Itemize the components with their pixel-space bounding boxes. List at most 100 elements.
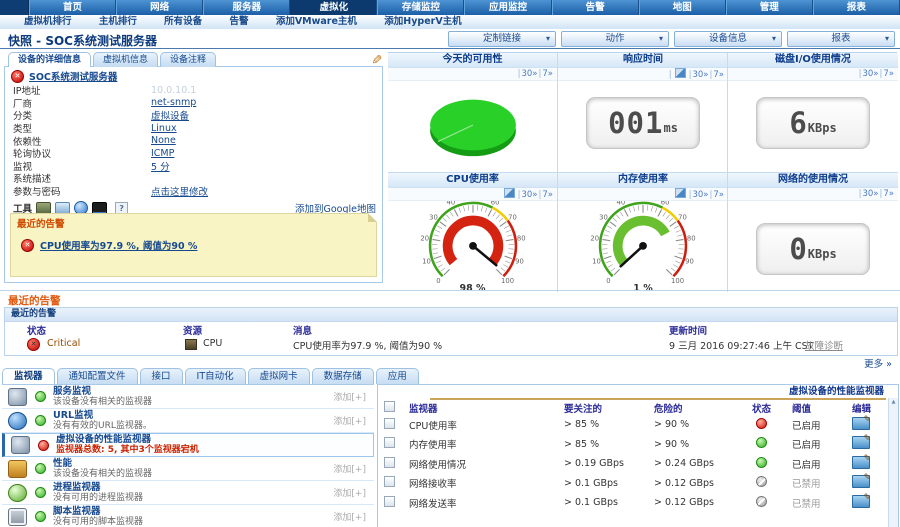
subnav-add-hyperv[interactable]: 添加HyperV主机 xyxy=(384,16,461,27)
edit-pencil-icon[interactable]: ✎ xyxy=(368,54,383,65)
field-label: 参数与密码 xyxy=(13,184,151,198)
select-all-checkbox[interactable] xyxy=(384,401,395,412)
troubleshoot-link[interactable]: 故障诊断 xyxy=(805,338,843,352)
report-chart-icon[interactable] xyxy=(675,188,686,198)
tab-device-notes[interactable]: 设备注释 xyxy=(160,52,216,67)
monitor-name: 网络接收率 xyxy=(409,476,564,490)
subnav-host-rank[interactable]: 主机排行 xyxy=(99,16,137,27)
nav-alarms[interactable]: 告警 xyxy=(552,0,639,15)
subnav-vm-rank[interactable]: 虚拟机排行 xyxy=(24,16,72,27)
subnav-add-vmware[interactable]: 添加VMware主机 xyxy=(276,16,357,27)
threshold-state: 已启用 xyxy=(792,457,852,471)
tab-monitors[interactable]: 监视器 xyxy=(2,368,55,384)
actions-dropdown[interactable]: 动作 xyxy=(561,31,669,47)
recent-alarms-section-title: 最近的告警 xyxy=(8,293,61,308)
nav-network[interactable]: 网络 xyxy=(116,0,203,15)
widget-title: 磁盘I/O使用情况 xyxy=(728,53,898,68)
password-edit-link[interactable]: 点击这里修改 xyxy=(151,184,208,198)
report-chart-icon[interactable] xyxy=(675,68,686,78)
alarm-row[interactable]: Critical CPU CPU使用率为97.9 %, 阈值为90 % 9 三月… xyxy=(5,337,897,352)
tab-it-automation[interactable]: IT自动化 xyxy=(185,368,246,384)
list-item-performance[interactable]: 性能该设备没有相关的监视器 添加[+] xyxy=(2,457,374,481)
cpu-usage-widget: CPU使用率 |30»|7» 0102030405060708090100 98… xyxy=(388,172,557,292)
report-7day-link[interactable]: 7» xyxy=(883,189,894,199)
nav-server[interactable]: 服务器 xyxy=(203,0,290,15)
list-item-script-monitor[interactable]: 脚本监视器没有可用的脚本监视器 添加[+] xyxy=(2,505,374,527)
danger-threshold: > 90 % xyxy=(654,439,731,450)
row-checkbox[interactable] xyxy=(384,418,395,429)
add-monitor-link[interactable]: 添加[+] xyxy=(333,510,366,523)
ip-address-value: 10.0.10.1 xyxy=(151,85,196,96)
report-7day-link[interactable]: 7» xyxy=(542,69,553,79)
vendor-link[interactable]: net-snmp xyxy=(151,97,196,108)
edit-icon[interactable] xyxy=(852,495,870,508)
edit-icon[interactable] xyxy=(852,456,870,469)
critical-status-icon xyxy=(27,338,40,351)
nav-admin[interactable]: 管理 xyxy=(726,0,813,15)
list-item-process-monitor[interactable]: 进程监视器没有可用的进程监视器 添加[+] xyxy=(2,481,374,505)
add-monitor-link[interactable]: 添加[+] xyxy=(333,390,366,403)
tab-applications[interactable]: 应用 xyxy=(376,368,419,384)
svg-text:30: 30 xyxy=(429,214,438,222)
nav-home[interactable]: 首页 xyxy=(29,0,116,15)
alarm-message-link[interactable]: CPU使用率为97.9 %, 阈值为90 % xyxy=(40,238,197,252)
report-30day-link[interactable]: 30» xyxy=(862,189,878,199)
report-30day-link[interactable]: 30» xyxy=(521,190,537,200)
item-subtitle: 监视器总数: 5, 其中3个监视器宕机 xyxy=(56,445,199,456)
monitor-interval-link[interactable]: 5 分 xyxy=(151,159,170,173)
subnav-alarms[interactable]: 告警 xyxy=(229,16,248,27)
alarm-box-title: 最近的告警 xyxy=(11,214,376,230)
tab-notification-profiles[interactable]: 通知配置文件 xyxy=(57,368,138,384)
nav-virtualization[interactable]: 虚拟化 xyxy=(290,0,377,15)
item-subtitle: 该设备没有相关的监视器 xyxy=(53,397,152,408)
report-30day-link[interactable]: 30» xyxy=(692,190,708,200)
category-link[interactable]: 虚拟设备 xyxy=(151,108,189,122)
device-name-link[interactable]: SOC系统测试服务器 xyxy=(29,69,117,83)
tab-virtual-nic[interactable]: 虚拟网卡 xyxy=(248,368,310,384)
report-7day-link[interactable]: 7» xyxy=(542,190,553,200)
gear-icon xyxy=(11,436,30,454)
subnav-all-devices[interactable]: 所有设备 xyxy=(164,16,202,27)
list-item-url-monitor[interactable]: URL监视没有有效的URL监视器。 添加[+] xyxy=(2,409,374,433)
attention-threshold: > 85 % xyxy=(564,439,654,450)
report-30day-link[interactable]: 30» xyxy=(862,69,878,79)
nav-apm[interactable]: 应用监控 xyxy=(464,0,551,15)
row-checkbox[interactable] xyxy=(384,437,395,448)
tab-vm-info[interactable]: 虚拟机信息 xyxy=(93,52,158,67)
add-monitor-link[interactable]: 添加[+] xyxy=(333,486,366,499)
reports-dropdown[interactable]: 报表 xyxy=(787,31,895,47)
nav-storage[interactable]: 存储监控 xyxy=(377,0,464,15)
tab-device-details[interactable]: 设备的详细信息 xyxy=(8,52,91,67)
edit-icon[interactable] xyxy=(852,475,870,488)
monitor-row: 网络使用情况 > 0.19 GBps > 0.24 GBps 已启用 xyxy=(378,454,898,474)
dependency-link[interactable]: None xyxy=(151,135,176,146)
custom-links-dropdown[interactable]: 定制链接 xyxy=(448,31,556,47)
report-7day-link[interactable]: 7» xyxy=(713,70,724,80)
tab-datastore[interactable]: 数据存储 xyxy=(312,368,374,384)
type-link[interactable]: Linux xyxy=(151,123,177,134)
report-7day-link[interactable]: 7» xyxy=(713,190,724,200)
poll-protocol-link[interactable]: ICMP xyxy=(151,148,174,159)
nav-reports[interactable]: 报表 xyxy=(813,0,900,15)
edit-icon[interactable] xyxy=(852,417,870,430)
add-monitor-link[interactable]: 添加[+] xyxy=(333,414,366,427)
add-monitor-link[interactable]: 添加[+] xyxy=(333,462,366,475)
row-checkbox[interactable] xyxy=(384,476,395,487)
svg-text:0: 0 xyxy=(606,277,610,283)
list-item-vm-performance-monitors[interactable]: 虚拟设备的性能监视器监视器总数: 5, 其中3个监视器宕机 xyxy=(2,433,374,457)
sub-navigation: 虚拟机排行 主机排行 所有设备 告警 添加VMware主机 添加HyperV主机 xyxy=(0,15,900,30)
row-checkbox[interactable] xyxy=(384,496,395,507)
svg-text:10: 10 xyxy=(422,257,431,265)
row-checkbox[interactable] xyxy=(384,457,395,468)
list-item-service-monitor[interactable]: 服务监视该设备没有相关的监视器 添加[+] xyxy=(2,385,374,409)
report-30day-link[interactable]: 30» xyxy=(692,70,708,80)
device-info-dropdown[interactable]: 设备信息 xyxy=(674,31,782,47)
vertical-scrollbar[interactable] xyxy=(888,398,898,527)
report-7day-link[interactable]: 7» xyxy=(883,69,894,79)
col-threshold: 阈值 xyxy=(792,401,852,415)
nav-maps[interactable]: 地图 xyxy=(639,0,726,15)
report-30day-link[interactable]: 30» xyxy=(521,69,537,79)
report-chart-icon[interactable] xyxy=(504,188,515,198)
edit-icon[interactable] xyxy=(852,436,870,449)
tab-interfaces[interactable]: 接口 xyxy=(140,368,183,384)
